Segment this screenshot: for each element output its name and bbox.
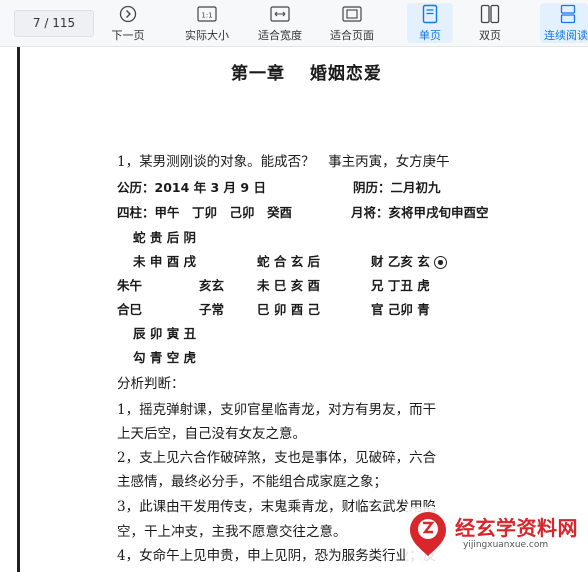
text-line: 1，某男测刚谈的对象。能成否？ 事主丙寅，女方庚午 [117,154,450,170]
text-line: 3，此课由干发用传支，末鬼乘青龙，财临玄武发用陷 [117,499,437,515]
continuous-read-icon [544,3,576,25]
chart-row: 辰 卯 寅 丑 [133,326,197,341]
chart-row: 未 申 酉 戌 [133,254,197,269]
watermark-name: 经玄学资料网 [455,516,578,540]
chart-row: 朱午 [117,278,143,293]
page-indicator[interactable]: 7 / 115 [14,10,94,37]
fit-width-button[interactable]: 适合宽度 [251,3,309,43]
continuous-read-button[interactable]: 连续阅读 [540,3,588,43]
chart-row: 子常 [199,302,225,317]
text-line: 空，干上冲支，主我不愿意交往之意。 [117,524,347,540]
page-left-border [17,47,20,572]
chapter-title: 第一章 婚姻恋爱 [231,64,382,84]
double-page-icon [480,3,500,25]
watermark-url: yijingxuanxue.com [463,540,549,550]
svg-text:1:1: 1:1 [201,12,212,20]
chart-row: 财 乙亥 玄 [371,251,448,270]
chart-row: 官 己卯 青 [371,302,430,317]
fit-width-icon [270,3,290,25]
lunar-date: 阴历：二月初九 [353,180,441,195]
chart-row: 巳 卯 酉 己 [257,302,321,317]
next-page-icon [119,3,137,25]
viewer-toolbar: 7 / 115 下一页 1:1 实际大小 适合宽度 适合页面 单页 双页 连续阅… [0,0,588,47]
chart-row: 亥玄 [199,278,225,293]
fit-page-icon [342,3,362,25]
chart-row: 未 巳 亥 酉 [257,278,321,293]
circle-dot-icon [434,256,448,269]
continuous-read-label: 连续阅读 [544,29,588,42]
actual-size-label: 实际大小 [185,29,229,42]
single-page-icon [422,3,438,25]
text-line: 主感情，最终必分手，不能组合成家庭之象； [117,474,387,490]
actual-size-button[interactable]: 1:1 实际大小 [178,3,236,43]
actual-size-icon: 1:1 [197,3,217,25]
double-page-button[interactable]: 双页 [467,3,513,43]
text-line: 2，支上见六合作破碎煞，支也是事体，见破碎，六合 [117,450,437,466]
site-watermark: 经玄学资料网 yijingxuanxue.com [405,507,588,565]
single-page-label: 单页 [419,29,441,42]
text-line: 1，摇克弹射课，支卯官星临青龙，对方有男友，而干 [117,402,437,418]
chart-row-text: 财 乙亥 玄 [371,254,430,269]
next-page-label: 下一页 [111,29,145,42]
next-page-button[interactable]: 下一页 [104,3,152,43]
solar-date: 公历：2014 年 3 月 9 日 [117,180,266,195]
fit-page-button[interactable]: 适合页面 [323,3,381,43]
text-line: 上天后空，自己没有女友之意。 [117,426,306,442]
document-page: 第一章 婚姻恋爱 1，某男测刚谈的对象。能成否？ 事主丙寅，女方庚午 公历：20… [17,47,588,572]
chart-row: 蛇 合 玄 后 [257,254,321,269]
month-general: 月将：亥将甲戌旬申酉空 [351,205,489,220]
chart-row: 勾 青 空 虎 [133,350,197,365]
fit-page-label: 适合页面 [330,29,374,42]
chart-row: 兄 丁丑 虎 [371,278,430,293]
watermark-logo-icon [408,510,448,562]
fit-width-label: 适合宽度 [258,29,302,42]
double-page-label: 双页 [479,29,501,42]
analysis-heading: 分析判断： [117,376,185,392]
chart-row: 蛇 贵 后 阴 [133,230,197,245]
four-pillars: 四柱：甲午 丁卯 己卯 癸酉 [117,205,293,220]
single-page-button[interactable]: 单页 [407,3,453,43]
chart-row: 合巳 [117,302,143,317]
text-line: 4，女命午上见申贵，申上见阴，恐为服务类行业；反 [117,548,437,564]
